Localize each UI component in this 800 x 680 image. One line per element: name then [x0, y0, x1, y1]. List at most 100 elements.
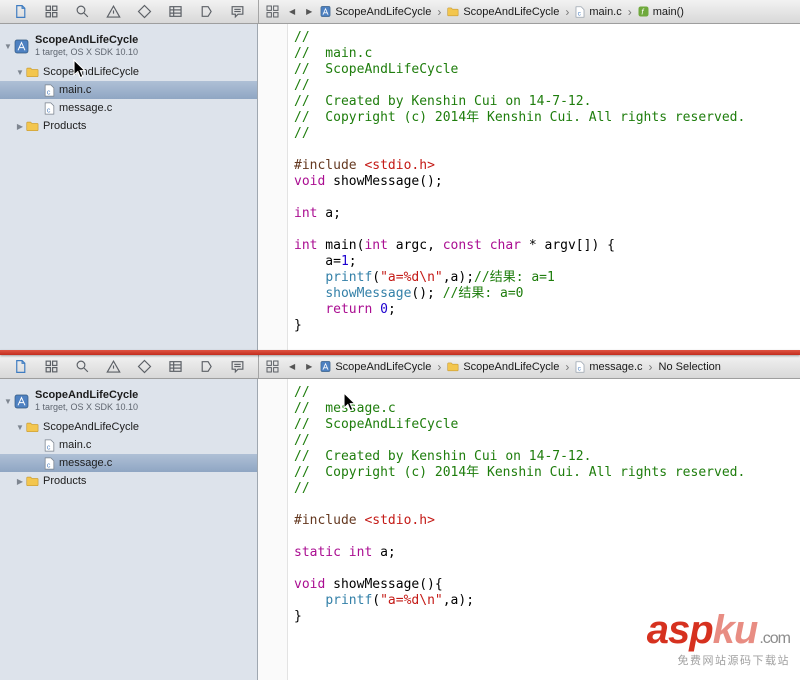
breadcrumb-separator: › — [437, 4, 442, 19]
file-row-message-c[interactable]: c message.c — [0, 454, 257, 472]
project-navigator-icon[interactable] — [13, 359, 28, 374]
red-split-highlight — [0, 350, 800, 355]
project-row[interactable]: ▼ ScopeAndLifeCycle 1 target, OS X SDK 1… — [0, 29, 257, 63]
source-code-main-c[interactable]: //// main.c// ScopeAndLifeCycle//// Crea… — [288, 24, 800, 351]
disclosure-open-icon[interactable]: ▼ — [14, 423, 26, 432]
watermark-asp: asp — [646, 608, 714, 652]
svg-text:c: c — [47, 89, 51, 96]
breadcrumb-file[interactable]: c message.c — [575, 360, 643, 373]
folder-icon — [26, 422, 39, 433]
file-label: main.c — [59, 439, 92, 451]
group-row-scopeandlifecycle[interactable]: ▼ ScopeAndLifeCycle — [0, 418, 257, 436]
watermark-domain: .com — [759, 630, 791, 647]
breadcrumb-label: message.c — [589, 360, 643, 373]
xcode-window-top: ◀ ▶ ScopeAndLifeCycle › ScopeAndLifeCycl… — [0, 0, 800, 351]
toolbar: ◀ ▶ ScopeAndLifeCycle › ScopeAndLifeCycl… — [0, 0, 800, 24]
breadcrumb-project[interactable]: ScopeAndLifeCycle — [320, 6, 431, 18]
report-navigator-icon[interactable] — [230, 359, 245, 374]
project-file-icon — [320, 361, 331, 372]
file-row-message-c[interactable]: c message.c — [0, 99, 257, 117]
breadcrumb-separator: › — [565, 359, 570, 374]
watermark: aspku .com 免费网站源码下载站 — [646, 608, 791, 668]
disclosure-open-icon[interactable]: ▼ — [14, 68, 26, 77]
related-items-icon[interactable] — [266, 5, 279, 18]
project-row[interactable]: ▼ ScopeAndLifeCycle 1 target, OS X SDK 1… — [0, 384, 257, 418]
symbol-navigator-icon[interactable] — [44, 359, 59, 374]
project-navigator: ▼ ScopeAndLifeCycle 1 target, OS X SDK 1… — [0, 24, 258, 351]
xcode-project-icon — [14, 39, 29, 54]
file-row-main-c[interactable]: c main.c — [0, 81, 257, 99]
breadcrumb-label: ScopeAndLifeCycle — [335, 360, 432, 373]
c-file-icon: c — [44, 456, 55, 470]
file-row-main-c[interactable]: c main.c — [0, 436, 257, 454]
mouse-cursor-arrow — [343, 392, 357, 412]
issue-navigator-icon[interactable] — [106, 4, 121, 19]
breadcrumb-file[interactable]: c main.c — [575, 5, 622, 18]
c-file-icon: c — [44, 83, 55, 97]
report-navigator-icon[interactable] — [230, 4, 245, 19]
forward-button[interactable]: ▶ — [303, 362, 315, 371]
disclosure-open-icon[interactable]: ▼ — [2, 397, 14, 406]
back-button[interactable]: ◀ — [286, 362, 298, 371]
navigator-bar — [0, 355, 258, 378]
folder-icon — [26, 476, 39, 487]
watermark-subtitle: 免费网站源码下载站 — [677, 655, 790, 667]
folder-icon — [447, 362, 459, 372]
folder-icon — [447, 7, 459, 17]
jump-bar: ◀ ▶ ScopeAndLifeCycle › ScopeAndLifeCycl… — [258, 355, 800, 378]
group-row-scopeandlifecycle[interactable]: ▼ ScopeAndLifeCycle — [0, 63, 257, 81]
breadcrumb-symbol[interactable]: f main() — [638, 6, 684, 18]
project-subtitle: 1 target, OS X SDK 10.10 — [35, 402, 139, 412]
breadcrumb-group[interactable]: ScopeAndLifeCycle — [447, 361, 559, 373]
folder-icon — [26, 67, 39, 78]
debug-navigator-icon[interactable] — [168, 359, 183, 374]
watermark-logo: aspku .com — [646, 608, 791, 652]
mouse-cursor-arrow — [73, 59, 87, 79]
breadcrumb-separator: › — [437, 359, 442, 374]
c-file-icon: c — [44, 438, 55, 452]
disclosure-closed-icon[interactable]: ▶ — [14, 122, 26, 131]
svg-text:c: c — [47, 444, 51, 451]
c-file-icon: c — [44, 101, 55, 115]
watermark-ku: ku — [712, 608, 759, 652]
products-row[interactable]: ▶ Products — [0, 472, 257, 490]
debug-navigator-icon[interactable] — [168, 4, 183, 19]
breadcrumb-separator: › — [627, 4, 632, 19]
test-navigator-icon[interactable] — [137, 4, 152, 19]
project-name: ScopeAndLifeCycle — [35, 389, 139, 401]
editor-gutter — [258, 24, 288, 351]
breadcrumb-label: No Selection — [658, 360, 721, 373]
breadcrumb-separator: › — [648, 359, 653, 374]
c-file-icon: c — [575, 360, 585, 373]
disclosure-closed-icon[interactable]: ▶ — [14, 477, 26, 486]
symbol-navigator-icon[interactable] — [44, 4, 59, 19]
file-label: message.c — [59, 102, 113, 114]
find-navigator-icon[interactable] — [75, 359, 90, 374]
project-navigator-icon[interactable] — [13, 4, 28, 19]
file-label: message.c — [59, 457, 113, 469]
test-navigator-icon[interactable] — [137, 359, 152, 374]
code-editor[interactable]: //// main.c// ScopeAndLifeCycle//// Crea… — [258, 24, 800, 351]
products-row[interactable]: ▶ Products — [0, 117, 257, 135]
breadcrumb-label: main() — [652, 5, 684, 18]
breakpoint-navigator-icon[interactable] — [199, 4, 214, 19]
breadcrumb-group[interactable]: ScopeAndLifeCycle — [447, 6, 559, 18]
toolbar: ◀ ▶ ScopeAndLifeCycle › ScopeAndLifeCycl… — [0, 355, 800, 379]
c-file-icon: c — [575, 5, 585, 18]
back-button[interactable]: ◀ — [286, 7, 298, 16]
project-subtitle: 1 target, OS X SDK 10.10 — [35, 47, 139, 57]
disclosure-open-icon[interactable]: ▼ — [2, 42, 14, 51]
issue-navigator-icon[interactable] — [106, 359, 121, 374]
svg-text:c: c — [47, 107, 51, 114]
editor-gutter — [258, 379, 288, 680]
breadcrumb-label: ScopeAndLifeCycle — [463, 5, 560, 18]
breadcrumb-project[interactable]: ScopeAndLifeCycle — [320, 361, 431, 373]
navigator-bar — [0, 0, 258, 23]
breadcrumb-label: ScopeAndLifeCycle — [335, 5, 432, 18]
related-items-icon[interactable] — [266, 360, 279, 373]
breakpoint-navigator-icon[interactable] — [199, 359, 214, 374]
breadcrumb-separator: › — [565, 4, 570, 19]
find-navigator-icon[interactable] — [75, 4, 90, 19]
breadcrumb-symbol[interactable]: No Selection — [659, 361, 721, 373]
forward-button[interactable]: ▶ — [303, 7, 315, 16]
